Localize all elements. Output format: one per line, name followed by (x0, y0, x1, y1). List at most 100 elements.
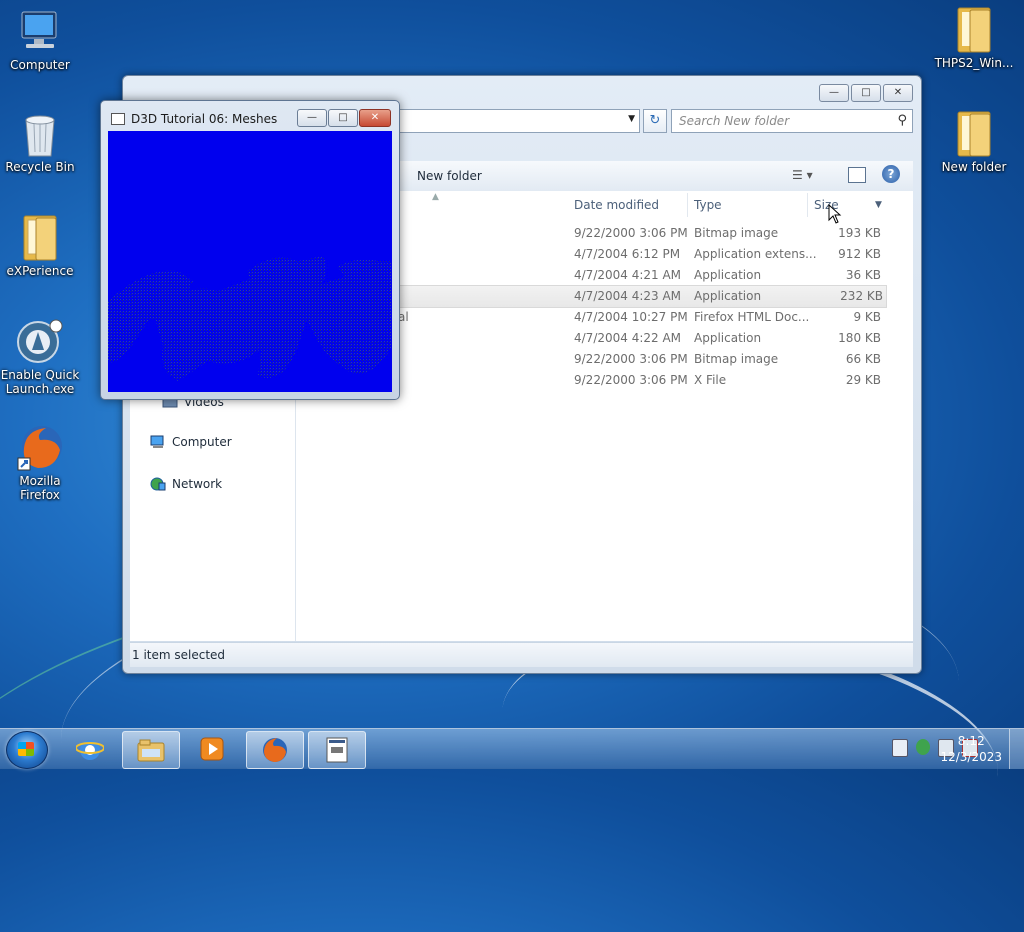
window-controls: — □ ✕ (297, 109, 391, 127)
desktop-icon-label: Enable Quick Launch.exe (0, 368, 80, 396)
file-type: Bitmap image (694, 226, 779, 240)
file-size: 193 KB (838, 226, 881, 240)
mouse-cursor-icon (828, 204, 842, 224)
windows-explorer-icon (137, 739, 165, 762)
column-header-date-modified[interactable]: Date modified (574, 193, 659, 217)
clock[interactable]: 8:12 12/3/2023 (940, 733, 1002, 765)
maximize-button[interactable]: □ (851, 84, 881, 102)
action-center-icon[interactable] (916, 739, 930, 755)
file-date: 9/22/2000 3:06 PM (574, 352, 688, 366)
internet-explorer-icon (76, 740, 104, 760)
nav-item-label: Network (172, 477, 223, 491)
help-icon[interactable]: ? (882, 165, 900, 183)
file-type: Bitmap image (694, 352, 779, 366)
computer-icon (16, 8, 64, 56)
file-date: 4/7/2004 10:27 PM (574, 310, 688, 324)
new-folder-button[interactable]: New folder (417, 169, 482, 183)
file-size: 66 KB (845, 352, 881, 366)
column-header-type[interactable]: Type (694, 193, 722, 217)
folder-icon (950, 6, 998, 54)
clock-time: 8:12 (957, 734, 985, 748)
desktop-icon-label: Mozilla Firefox (19, 474, 61, 502)
launcher-icon (16, 318, 64, 366)
file-type: Firefox HTML Doc... (694, 310, 810, 324)
file-size: 912 KB (838, 247, 881, 261)
refresh-button[interactable]: ↻ (643, 109, 667, 133)
recycle-bin-icon (16, 110, 64, 158)
file-size: 36 KB (845, 268, 881, 282)
media-player-icon (200, 737, 224, 761)
file-date: 4/7/2004 6:12 PM (574, 247, 681, 261)
file-type: Application (694, 268, 762, 282)
refresh-icon: ↻ (649, 113, 661, 128)
d3d-window: D3D Tutorial 06: Meshes — □ ✕ (100, 100, 400, 400)
column-header-size[interactable]: Size (814, 193, 884, 217)
firefox-icon (263, 738, 287, 762)
status-text: 1 item selected (132, 648, 226, 662)
file-type: Application (694, 331, 762, 345)
window-icon (111, 113, 125, 125)
desktop-icon-label: New folder (941, 160, 1007, 174)
chevron-down-icon[interactable]: ▼ (628, 114, 635, 124)
taskbar-windows-explorer[interactable] (122, 731, 180, 769)
taskbar-media-player[interactable] (184, 731, 240, 767)
column-separator[interactable] (807, 193, 808, 217)
file-size: 29 KB (845, 373, 881, 387)
folder-icon (950, 110, 998, 158)
file-type: Application (694, 289, 762, 303)
close-button[interactable]: ✕ (359, 109, 391, 127)
sort-dropdown-icon[interactable]: ▼ (875, 193, 882, 217)
desktop-icon-recycle-bin[interactable]: Recycle Bin (0, 110, 80, 174)
sort-indicator-icon: ▲ (432, 192, 439, 202)
taskbar: 8:12 12/3/2023 (0, 728, 1024, 769)
search-icon[interactable]: ⚲ (897, 113, 907, 128)
desktop-icon-new-folder[interactable]: New folder (934, 110, 1014, 174)
show-desktop-button[interactable] (1009, 729, 1024, 769)
window-controls: — □ ✕ (819, 84, 913, 102)
file-date: 9/22/2000 3:06 PM (574, 373, 688, 387)
nav-item-network[interactable]: Network (150, 477, 222, 491)
taskbar-d3d-app[interactable] (308, 731, 366, 769)
network-icon (150, 477, 166, 491)
address-bar[interactable]: ▼ (393, 109, 640, 133)
status-bar: 1 item selected (130, 642, 913, 667)
taskbar-internet-explorer[interactable] (64, 731, 116, 767)
notification-icon[interactable] (892, 739, 908, 757)
minimize-button[interactable]: — (297, 109, 327, 127)
file-type: Application extens... (694, 247, 817, 261)
desktop-icon-computer[interactable]: Computer (0, 8, 80, 72)
file-type: X File (694, 373, 727, 387)
views-button[interactable]: ☰ ▾ (792, 168, 813, 182)
desktop-icon-enable-quick-launch[interactable]: Enable Quick Launch.exe (0, 318, 80, 396)
minimize-button[interactable]: — (819, 84, 849, 102)
desktop-icon-thps2[interactable]: THPS2_Win... (934, 6, 1014, 70)
d3d-render-canvas[interactable] (108, 131, 392, 392)
firefox-icon (16, 424, 64, 472)
folder-icon (16, 214, 64, 262)
computer-icon (150, 435, 166, 449)
start-button[interactable] (6, 731, 48, 769)
clock-date: 12/3/2023 (940, 750, 1002, 764)
application-icon (326, 737, 348, 763)
taskbar-firefox[interactable] (246, 731, 304, 769)
desktop-icon-label: Computer (10, 58, 70, 72)
close-button[interactable]: ✕ (883, 84, 913, 102)
file-date: 9/22/2000 3:06 PM (574, 226, 688, 240)
desktop-icon-firefox[interactable]: Mozilla Firefox (0, 424, 80, 502)
file-date: 4/7/2004 4:21 AM (574, 268, 682, 282)
desktop-icon-label: Recycle Bin (5, 160, 75, 174)
file-size: 232 KB (840, 289, 883, 303)
search-placeholder: Search New folder (679, 114, 790, 128)
column-separator[interactable] (687, 193, 688, 217)
file-date: 4/7/2004 4:22 AM (574, 331, 682, 345)
nav-item-computer[interactable]: Computer (150, 435, 232, 449)
file-size: 180 KB (838, 331, 881, 345)
window-title: D3D Tutorial 06: Meshes (131, 112, 278, 126)
search-input[interactable]: Search New folder ⚲ (671, 109, 913, 133)
preview-pane-icon[interactable] (848, 167, 866, 183)
maximize-button[interactable]: □ (328, 109, 358, 127)
desktop-icon-experience[interactable]: eXPerience (0, 214, 80, 278)
nav-item-label: Computer (172, 435, 232, 449)
desktop-icon-label: THPS2_Win... (934, 56, 1014, 70)
file-size: 9 KB (853, 310, 881, 324)
